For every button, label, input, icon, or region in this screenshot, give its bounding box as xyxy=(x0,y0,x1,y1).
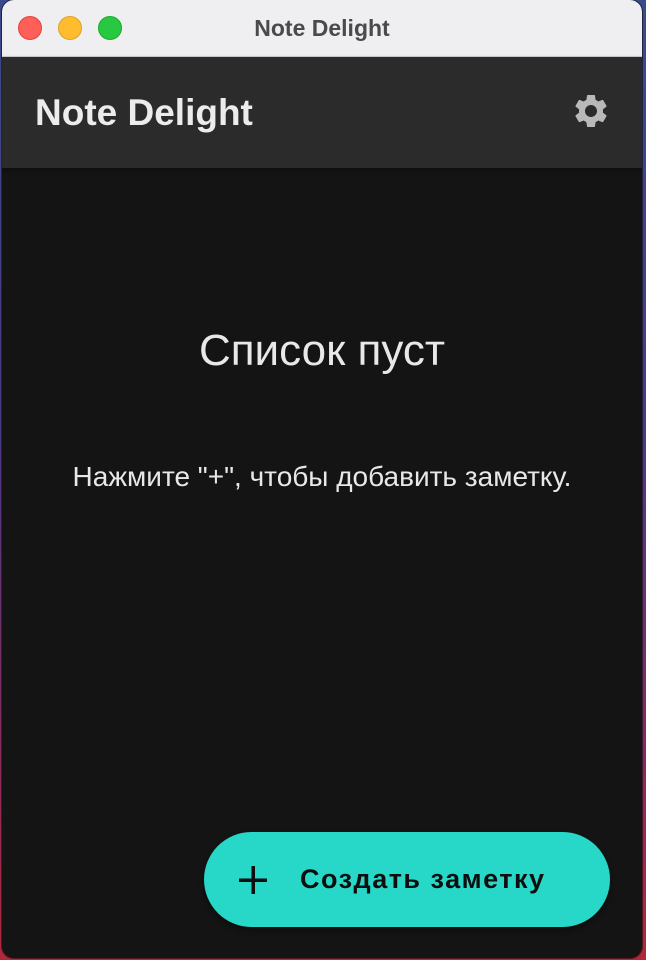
create-note-label: Создать заметку xyxy=(300,864,546,894)
app-window: Note Delight Note Delight Список пуст На… xyxy=(2,0,642,958)
app-bar: Note Delight xyxy=(2,57,642,168)
window-titlebar[interactable]: Note Delight xyxy=(2,0,642,57)
empty-list-title: Список пуст xyxy=(198,326,446,375)
plus-icon xyxy=(236,863,270,897)
notes-list-area: Список пуст Нажмите "+", чтобы добавить … xyxy=(2,168,642,958)
empty-list-hint: Нажмите "+", чтобы добавить заметку. xyxy=(72,461,572,492)
window-title: Note Delight xyxy=(254,15,390,41)
app-title: Note Delight xyxy=(35,92,253,133)
settings-button[interactable] xyxy=(568,90,614,136)
gear-icon xyxy=(571,91,611,136)
create-note-button[interactable]: Создать заметку xyxy=(204,832,610,927)
